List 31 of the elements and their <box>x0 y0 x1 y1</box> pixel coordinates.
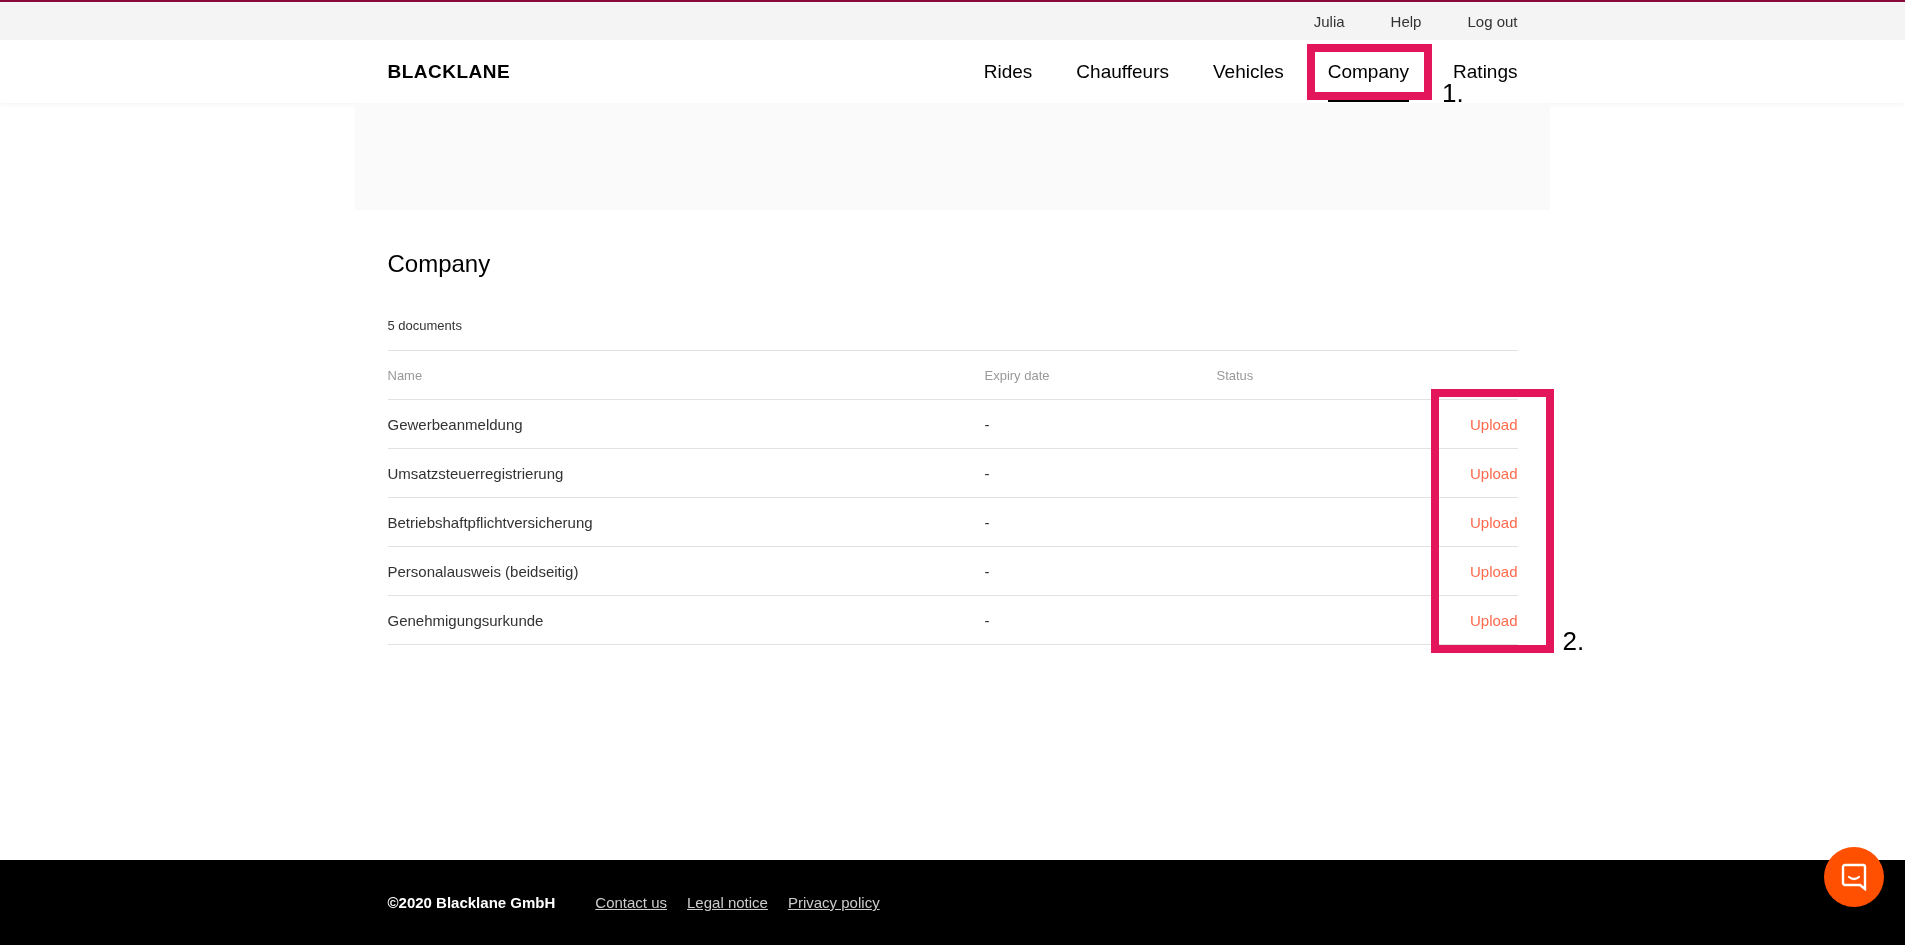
nav-tab[interactable]: Rides <box>983 40 1033 103</box>
document-count: 5 documents <box>387 318 1518 351</box>
document-name: Gewerbeanmeldung <box>387 415 524 433</box>
expiry-date: - <box>984 562 991 580</box>
footer-link[interactable]: Contact us <box>595 894 668 911</box>
annotation-number: 2. <box>1562 626 1585 657</box>
nav-tab[interactable]: Chauffeurs <box>1076 40 1169 103</box>
expiry-date: - <box>984 415 991 433</box>
chat-icon <box>1841 863 1867 891</box>
top-link[interactable]: Help <box>1390 12 1422 30</box>
footer-link[interactable]: Legal notice <box>687 894 768 911</box>
document-name: Genehmigungsurkunde <box>387 611 545 629</box>
footer-link[interactable]: Privacy policy <box>787 894 880 911</box>
column-header: Expiry date <box>984 367 1051 383</box>
expiry-date: - <box>984 464 991 482</box>
section-title: Company <box>387 250 492 278</box>
expiry-date: - <box>984 513 991 531</box>
top-link[interactable]: Julia <box>1313 12 1345 30</box>
document-name: Personalausweis (beidseitig) <box>387 562 580 580</box>
document-name: Betriebshaftpflichtversicherung <box>387 513 594 531</box>
document-name: Umsatzsteuerregistrierung <box>387 464 565 482</box>
logo[interactable]: BLACKLANE <box>387 60 511 83</box>
top-link[interactable]: Log out <box>1467 12 1518 30</box>
expiry-date: - <box>984 611 991 629</box>
nav-tab[interactable]: Company <box>1327 40 1410 103</box>
nav-tab[interactable]: Vehicles <box>1212 40 1284 103</box>
chat-button[interactable] <box>1824 847 1884 907</box>
column-header: Name <box>387 367 424 383</box>
annotation-number: 1. <box>1442 78 1464 109</box>
column-header: Status <box>1216 367 1255 383</box>
copyright: ©2020 Blacklane GmbH <box>387 894 556 911</box>
